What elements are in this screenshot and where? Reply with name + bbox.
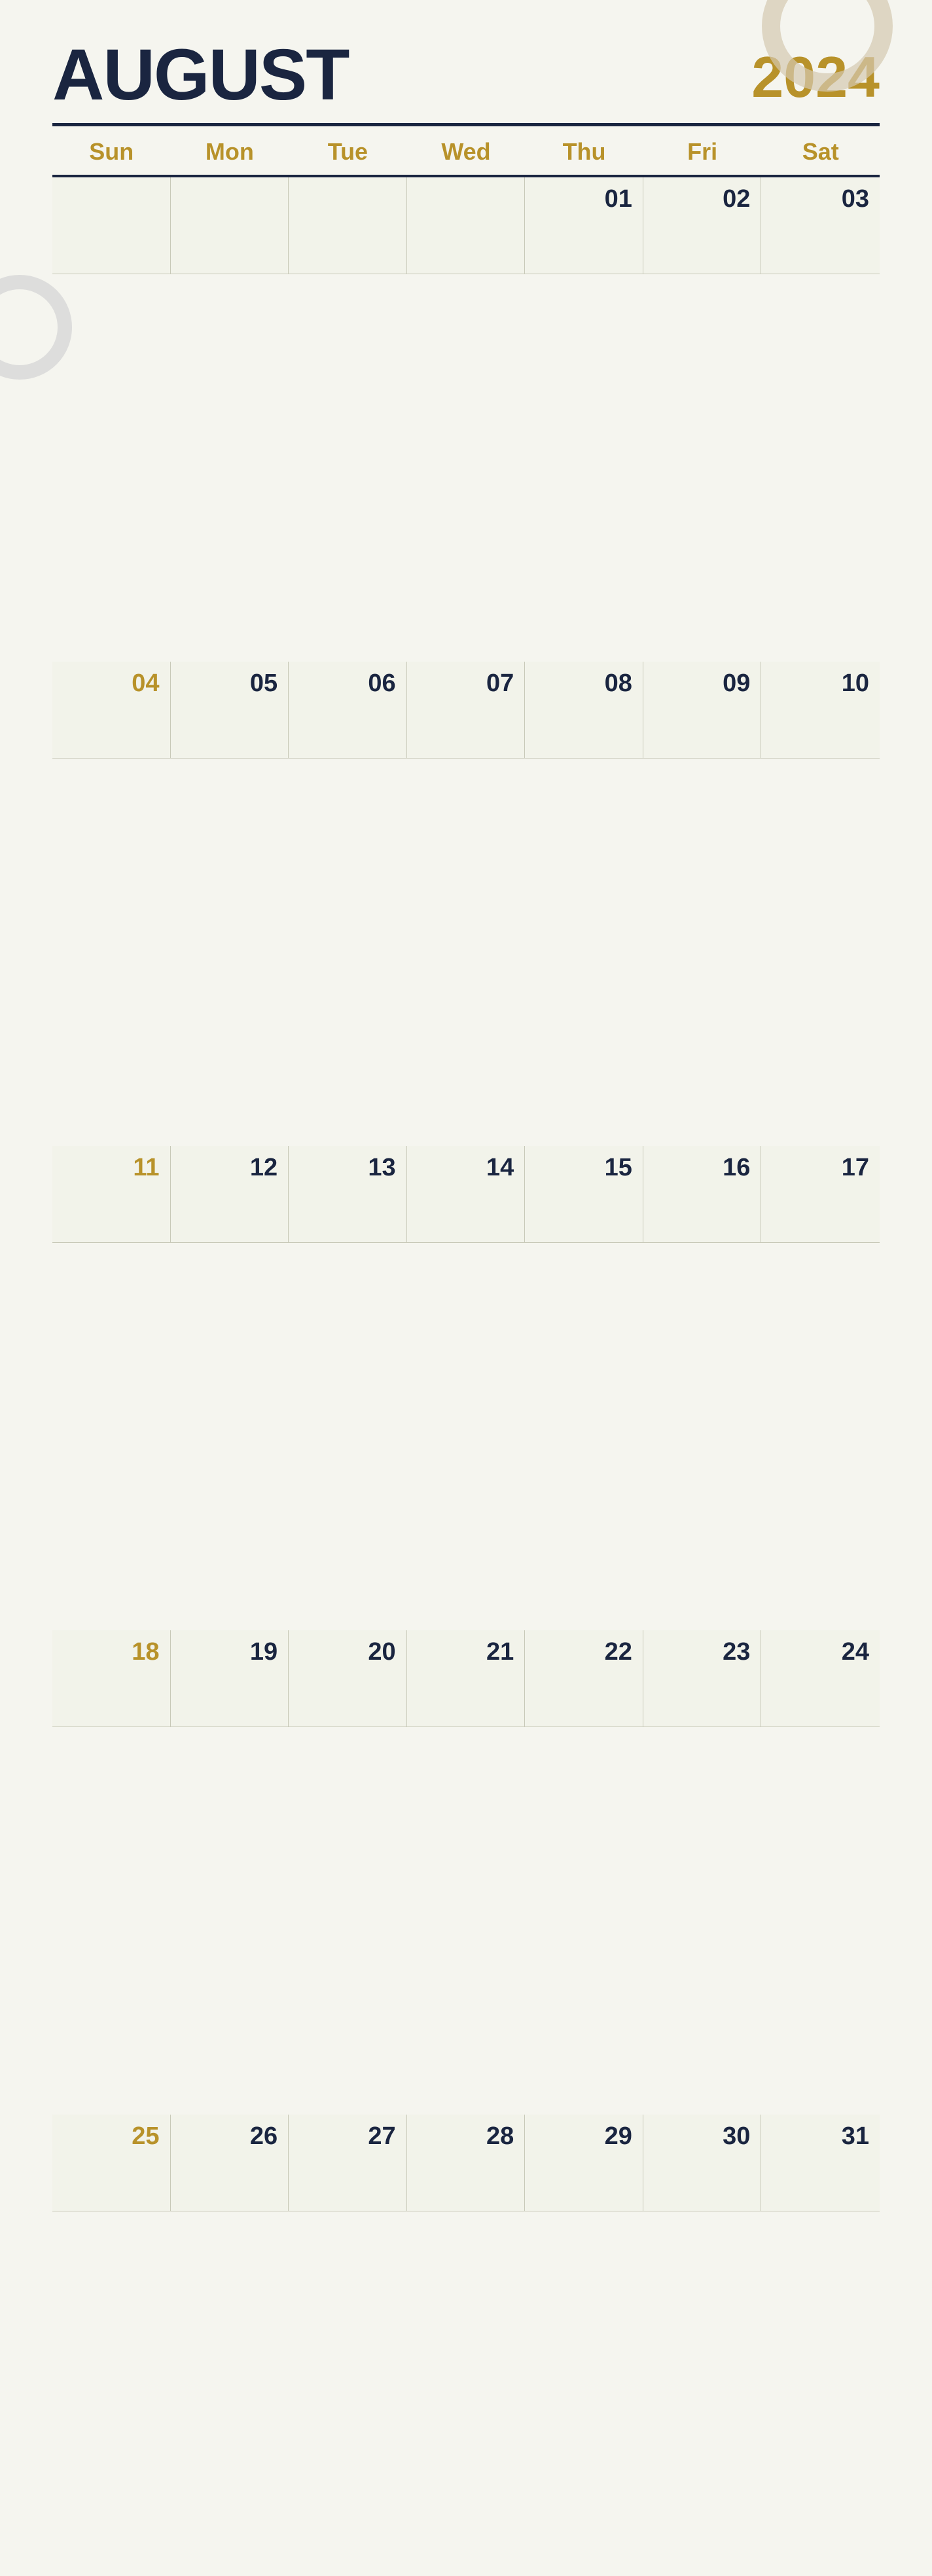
cal-cell-w5-sun: 25 (52, 2115, 171, 2211)
cal-cell-w3-sun: 11 (52, 1146, 171, 1243)
cal-cell-w4-sun: 18 (52, 1630, 171, 1727)
day-header-sun: Sun (52, 126, 171, 175)
cal-cell-w4-tue: 20 (289, 1630, 407, 1727)
cal-cell-w2-sat: 10 (761, 662, 880, 759)
cal-cell-w5-mon: 26 (171, 2115, 289, 2211)
cal-cell-w4-wed: 21 (407, 1630, 526, 1727)
cal-cell-w2-tue: 06 (289, 662, 407, 759)
calendar-container: Sun Mon Tue Wed Thu Fri Sat 01 02 03 04 … (52, 123, 880, 2576)
cal-cell-w4-mon: 19 (171, 1630, 289, 1727)
cal-week-1: 01 02 03 (52, 177, 880, 662)
cal-cell-w4-fri: 23 (643, 1630, 762, 1727)
month-title: AUGUST (52, 39, 348, 111)
day-header-wed: Wed (407, 126, 526, 175)
day-header-tue: Tue (289, 126, 407, 175)
cal-cell-w5-thu: 29 (525, 2115, 643, 2211)
cal-cell-w2-mon: 05 (171, 662, 289, 759)
cal-cell-w3-mon: 12 (171, 1146, 289, 1243)
cal-cell-w3-sat: 17 (761, 1146, 880, 1243)
day-headers: Sun Mon Tue Wed Thu Fri Sat (52, 126, 880, 177)
calendar-page: AUGUST 2024 Sun Mon Tue Wed Thu Fri Sat … (0, 0, 932, 2576)
cal-cell-w2-wed: 07 (407, 662, 526, 759)
header: AUGUST 2024 (52, 39, 880, 111)
cal-week-5: 25 26 27 28 29 30 31 (52, 2115, 880, 2576)
cal-cell-w3-wed: 14 (407, 1146, 526, 1243)
cal-cell-w1-wed (407, 177, 526, 274)
cal-cell-w1-tue (289, 177, 407, 274)
cal-cell-w2-fri: 09 (643, 662, 762, 759)
day-header-fri: Fri (643, 126, 762, 175)
cal-cell-w5-tue: 27 (289, 2115, 407, 2211)
cal-cell-w1-sun (52, 177, 171, 274)
cal-cell-w3-thu: 15 (525, 1146, 643, 1243)
cal-week-4: 18 19 20 21 22 23 24 (52, 1630, 880, 2115)
cal-cell-w2-thu: 08 (525, 662, 643, 759)
cal-cell-w4-thu: 22 (525, 1630, 643, 1727)
cal-cell-w1-fri: 02 (643, 177, 762, 274)
cal-cell-w5-fri: 30 (643, 2115, 762, 2211)
cal-cell-w1-sat: 03 (761, 177, 880, 274)
cal-cell-w3-fri: 16 (643, 1146, 762, 1243)
cal-cell-w2-sun: 04 (52, 662, 171, 759)
year-title: 2024 (751, 48, 880, 111)
cal-cell-w5-sat: 31 (761, 2115, 880, 2211)
day-header-mon: Mon (171, 126, 289, 175)
cal-cell-w1-mon (171, 177, 289, 274)
cal-week-3: 11 12 13 14 15 16 17 (52, 1146, 880, 1630)
day-header-thu: Thu (525, 126, 643, 175)
day-header-sat: Sat (761, 126, 880, 175)
cal-cell-w5-wed: 28 (407, 2115, 526, 2211)
cal-week-2: 04 05 06 07 08 09 10 (52, 662, 880, 1146)
cal-cell-w3-tue: 13 (289, 1146, 407, 1243)
cal-cell-w4-sat: 24 (761, 1630, 880, 1727)
cal-cell-w1-thu: 01 (525, 177, 643, 274)
